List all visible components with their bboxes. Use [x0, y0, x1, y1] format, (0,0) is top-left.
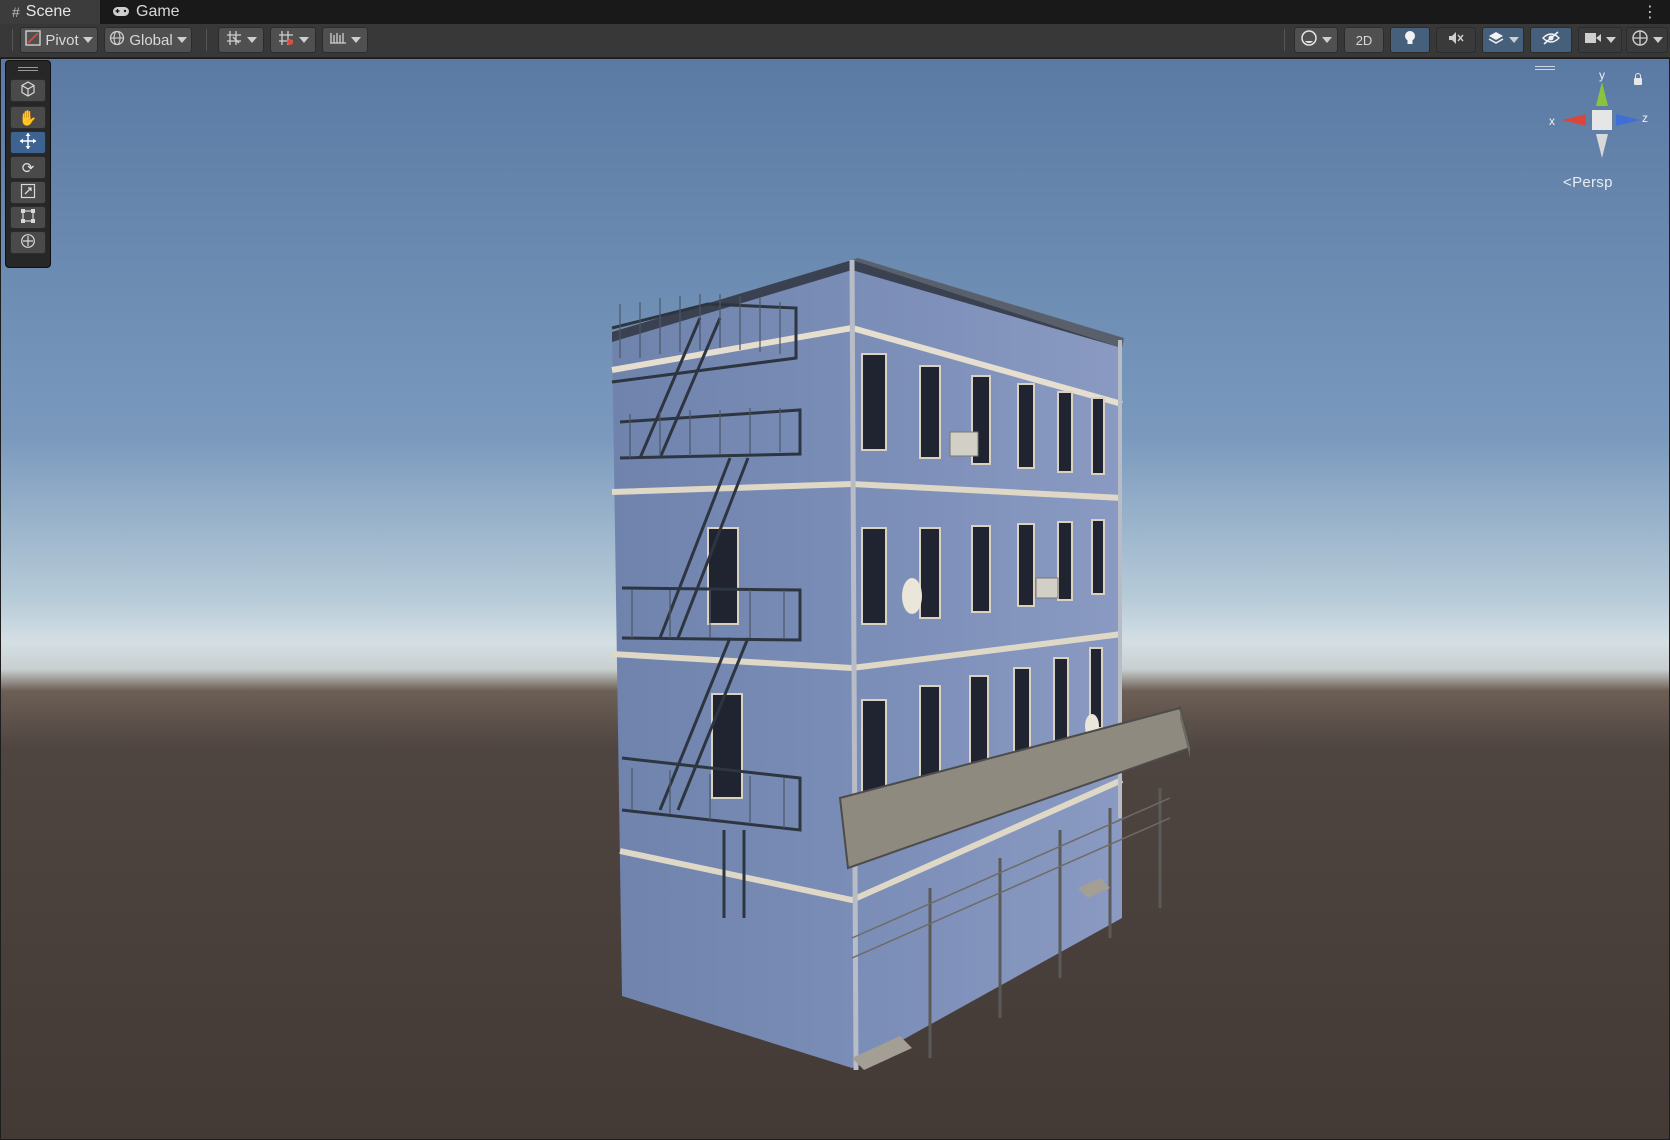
hand-tool-button[interactable]: ✋	[10, 106, 46, 129]
tools-overlay: ✋ ⟳	[5, 60, 51, 268]
overlay-drag-handle[interactable]	[18, 67, 38, 68]
effects-dropdown[interactable]	[1482, 27, 1524, 53]
pivot-icon	[25, 30, 42, 50]
gizmo-z-axis[interactable]	[1616, 114, 1640, 126]
pivot-label: Pivot	[45, 31, 79, 49]
gizmo-x-axis[interactable]	[1562, 114, 1586, 126]
toolbar-separator	[12, 29, 13, 51]
scale-tool-button[interactable]	[10, 181, 46, 204]
gizmos-dropdown[interactable]	[1626, 27, 1668, 53]
2d-label: 2D	[1355, 32, 1373, 48]
move-tool-button[interactable]	[10, 131, 46, 154]
more-options-icon[interactable]: ⋮	[1642, 2, 1658, 22]
gizmos-icon	[1631, 29, 1649, 51]
chevron-down-icon	[1653, 37, 1663, 43]
camera-icon	[1584, 31, 1602, 49]
rotate-tool-button[interactable]: ⟳	[10, 156, 46, 179]
projection-label: Persp	[1572, 174, 1613, 191]
gizmo-y-label: y	[1599, 68, 1605, 82]
move-arrows-icon	[19, 132, 37, 154]
grid-snap-icon	[225, 29, 243, 51]
tab-game-label: Game	[136, 3, 180, 20]
audio-muted-icon	[1447, 30, 1465, 50]
chevron-down-icon	[247, 37, 257, 43]
transform-icon	[20, 233, 36, 253]
scene-visibility-toggle[interactable]	[1530, 27, 1572, 53]
global-label: Global	[129, 31, 173, 49]
chevron-down-icon	[299, 37, 309, 43]
scene-grid-icon: #	[12, 4, 20, 20]
pivot-dropdown[interactable]: Pivot	[20, 27, 98, 53]
globe-icon	[109, 30, 125, 50]
audio-toggle-button[interactable]	[1436, 27, 1476, 53]
effects-layers-icon	[1487, 30, 1505, 50]
gizmo-z-label: z	[1642, 111, 1648, 125]
ruler-dropdown[interactable]	[322, 27, 368, 53]
gizmo-y-axis[interactable]	[1596, 82, 1608, 106]
global-dropdown[interactable]: Global	[104, 27, 192, 53]
toolbar-separator	[206, 29, 207, 51]
lightbulb-icon	[1402, 29, 1418, 51]
incremental-snap-icon	[277, 29, 295, 51]
perspective-icon: <	[1563, 174, 1573, 191]
projection-toggle[interactable]: <Persp	[1563, 174, 1613, 191]
toolbar-separator	[1284, 29, 1285, 51]
shading-mode-dropdown[interactable]	[1294, 27, 1338, 53]
orientation-gizmo[interactable]: y x z	[1540, 62, 1650, 182]
scene-tab-bar: # Scene Game ⋮	[0, 0, 1670, 25]
scene-camera-dropdown[interactable]	[1578, 27, 1622, 53]
gizmo-x-label: x	[1549, 114, 1555, 128]
tab-scene[interactable]: # Scene	[0, 0, 100, 24]
chevron-down-icon	[1322, 37, 1332, 43]
rect-tool-button[interactable]	[10, 206, 46, 229]
scale-icon	[20, 183, 36, 203]
2d-toggle-button[interactable]: 2D	[1344, 27, 1384, 53]
scene-viewport[interactable]: ✋ ⟳ y x z <Persp	[0, 58, 1670, 1140]
grid-snapping-dropdown[interactable]	[218, 27, 264, 53]
rect-transform-icon	[20, 208, 36, 228]
shading-sphere-icon	[1300, 29, 1318, 51]
lighting-toggle-button[interactable]	[1390, 27, 1430, 53]
rotate-icon: ⟳	[21, 159, 35, 177]
chevron-down-icon	[351, 37, 361, 43]
gizmo-neg-y-axis[interactable]	[1596, 134, 1608, 158]
view-tool-button[interactable]	[10, 79, 46, 102]
ruler-icon	[329, 29, 347, 51]
gamepad-icon	[112, 4, 130, 20]
tab-game[interactable]: Game	[100, 0, 190, 24]
hand-icon: ✋	[18, 109, 38, 127]
incremental-snap-dropdown[interactable]	[270, 27, 316, 53]
chevron-down-icon	[176, 37, 187, 43]
eye-slash-icon	[1541, 31, 1561, 49]
cube-icon	[20, 80, 36, 101]
chevron-down-icon	[1509, 37, 1519, 43]
gizmo-center-cube[interactable]	[1592, 110, 1612, 130]
scene-toolbar: Pivot Global 2D	[0, 24, 1670, 58]
chevron-down-icon	[82, 37, 93, 43]
transform-tool-button[interactable]	[10, 231, 46, 254]
tab-scene-label: Scene	[25, 3, 72, 20]
building-3d-model[interactable]	[0, 58, 1670, 1140]
chevron-down-icon	[1606, 37, 1616, 43]
